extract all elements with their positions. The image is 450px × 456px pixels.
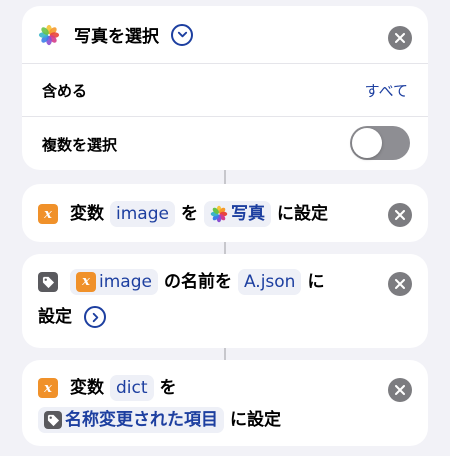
remove-action-button[interactable]: [388, 203, 412, 227]
shortcut-editor: 写真を選択 含める すべて 複数を選択 x 変数 image を 写真 に設定 …: [0, 0, 450, 456]
value-token[interactable]: 名称変更された項目: [38, 407, 224, 433]
rename-suffix-2: 設定: [38, 307, 72, 327]
input-token[interactable]: x image: [70, 269, 158, 295]
tag-icon: [38, 272, 58, 292]
value-token[interactable]: 写真: [203, 201, 271, 227]
input-name: image: [99, 272, 152, 292]
set-suffix: に設定: [276, 204, 328, 224]
set-suffix: に設定: [230, 410, 281, 430]
photos-icon: [38, 24, 60, 46]
rename-line-2: 設定: [38, 306, 106, 328]
rename-line-1: x image の名前を A.json に: [38, 269, 324, 295]
set-variable-action: x 変数 image を 写真 に設定: [22, 184, 428, 242]
variable-icon: x: [38, 378, 58, 398]
divider: [22, 116, 428, 117]
rename-item-action: x image の名前を A.json に 設定: [22, 254, 428, 348]
value-text: 写真: [230, 204, 265, 224]
new-name-token[interactable]: A.json: [237, 269, 302, 295]
new-name: A.json: [243, 272, 296, 292]
select-photos-title: 写真を選択: [74, 27, 159, 47]
select-photos-action: 写真を選択 含める すべて 複数を選択: [22, 6, 428, 170]
set-variable-action: x 変数 dict を 名称変更された項目 に設定: [22, 360, 428, 446]
remove-action-button[interactable]: [388, 26, 412, 50]
expand-chevron-icon[interactable]: [171, 23, 193, 46]
variable-name: dict: [116, 378, 148, 398]
value-text: 名称変更された項目: [65, 410, 218, 430]
set-variable-line: x 変数 image を 写真 に設定: [38, 201, 328, 227]
variable-icon: x: [76, 272, 96, 292]
remove-action-button[interactable]: [388, 378, 412, 402]
connector-text: を: [159, 378, 177, 398]
tag-icon: [44, 411, 62, 429]
photos-icon: [210, 205, 228, 223]
set-variable-prefix: 変数: [70, 204, 104, 224]
expand-chevron-icon[interactable]: [84, 306, 106, 328]
variable-name: image: [116, 204, 169, 224]
set-variable-line-2: 名称変更された項目 に設定: [38, 407, 281, 433]
variable-icon: x: [38, 204, 58, 224]
select-multiple-label: 複数を選択: [42, 136, 118, 154]
set-variable-line-1: x 変数 dict を: [38, 375, 177, 401]
select-multiple-toggle[interactable]: [350, 126, 410, 160]
include-label: 含める: [42, 82, 88, 100]
rename-middle: の名前を: [163, 272, 232, 292]
rename-suffix-1: に: [307, 272, 325, 292]
divider: [22, 63, 428, 64]
include-value-link[interactable]: すべて: [365, 80, 408, 101]
remove-action-button[interactable]: [388, 272, 412, 296]
connector-text: を: [180, 204, 198, 224]
toggle-knob: [352, 128, 382, 158]
variable-name-token[interactable]: image: [110, 201, 175, 227]
set-variable-prefix: 変数: [70, 378, 104, 398]
variable-name-token[interactable]: dict: [110, 375, 154, 401]
select-photos-header: 写真を選択: [38, 22, 193, 47]
